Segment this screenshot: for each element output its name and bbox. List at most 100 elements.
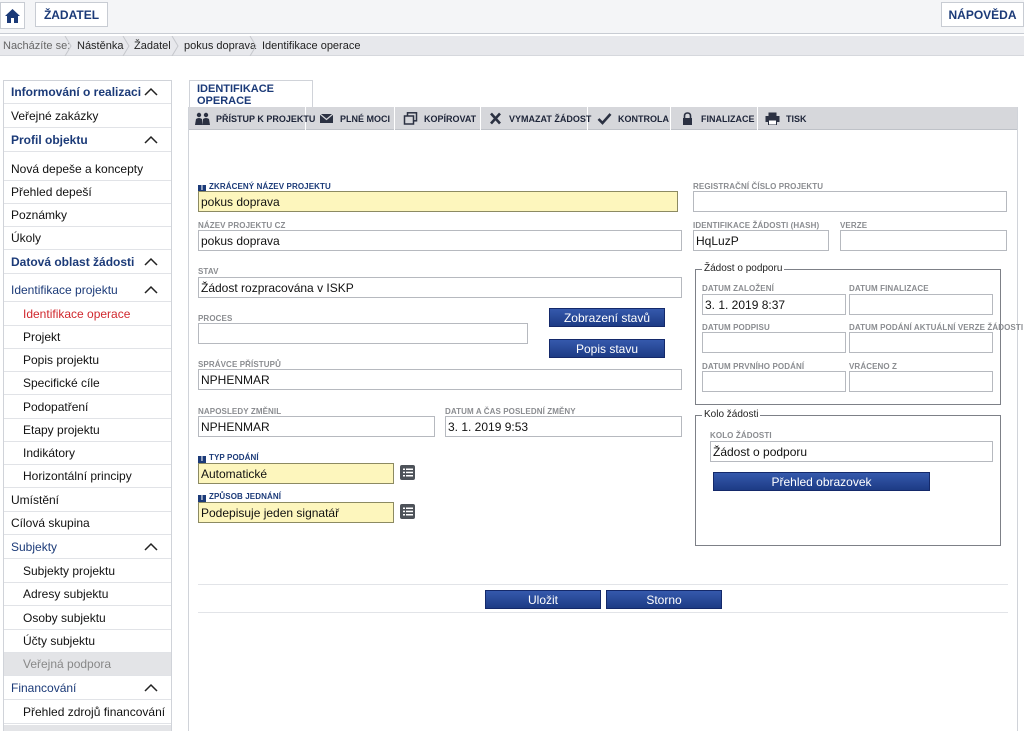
sidebar-item-podopatreni[interactable]: Podopatření (4, 396, 171, 419)
chevron-up-icon[interactable] (143, 256, 159, 268)
sidebar-item-nova-depese[interactable]: Nová depeše a koncepty (4, 158, 171, 181)
checkmark-icon (597, 113, 612, 125)
typ-podani-input[interactable]: Automatické (198, 463, 394, 484)
finalizace-button[interactable]: FINALIZACE (674, 107, 758, 130)
datum-zalozeni-field: 3. 1. 2019 8:37 (702, 294, 846, 315)
zpusob-jednani-input[interactable]: Podepisuje jeden signatář (198, 502, 394, 523)
hash-field: HqLuzP (693, 230, 829, 251)
sidebar-item-verejne-zakazky[interactable]: Veřejné zakázky (4, 105, 171, 128)
storno-button[interactable]: Storno (606, 590, 722, 609)
sidebar-item-specificke-cile[interactable]: Specifické cíle (4, 372, 171, 395)
chevron-up-icon[interactable] (143, 682, 159, 694)
sidebar-item-horizontalni-principy[interactable]: Horizontální principy (4, 465, 171, 488)
kontrola-button[interactable]: KONTROLA (591, 107, 671, 130)
close-icon (490, 112, 501, 125)
stav-label: STAV (198, 267, 219, 276)
sidebar-item-informovani[interactable]: Informování o realizaci (4, 81, 171, 104)
vraceno-z-field (849, 371, 993, 392)
sidebar-item-label: Nová depeše a koncepty (11, 162, 144, 176)
lock-icon (683, 112, 692, 125)
sidebar-item-ukoly[interactable]: Úkoly (4, 227, 171, 250)
breadcrumb-item-zadatel[interactable]: Žadatel (134, 40, 171, 52)
registracni-cislo-label: REGISTRAČNÍ ČÍSLO PROJEKTU (693, 182, 824, 191)
breadcrumb-separator-icon (171, 35, 179, 57)
sidebar-item-verejna-podpora: Veřejná podpora (4, 653, 171, 676)
sidebar-item-label: Identifikace operace (23, 307, 131, 321)
sidebar-item-indikatory[interactable]: Indikátory (4, 442, 171, 465)
breadcrumb-label: Nacházíte se: (3, 40, 71, 52)
datum-zalozeni-label: DATUM ZALOŽENÍ (702, 284, 774, 293)
proces-label: PROCES (198, 314, 233, 323)
chevron-up-icon[interactable] (143, 541, 159, 553)
chevron-up-icon[interactable] (143, 284, 159, 296)
tisk-button[interactable]: TISK (759, 107, 817, 130)
sidebar-item-label: Datová oblast žádosti (11, 255, 135, 269)
datum-prvniho-podani-field (702, 371, 846, 392)
naposledy-zmenil-label: NAPOSLEDY ZMĚNIL (198, 407, 282, 416)
sidebar-item-prehled-depesi[interactable]: Přehled depeší (4, 181, 171, 204)
breadcrumb-item-nastenka[interactable]: Nástěnka (77, 40, 123, 52)
plne-moci-button[interactable]: PLNÉ MOCI (313, 107, 395, 130)
hash-label: IDENTIFIKACE ŽÁDOSTI (HASH) (693, 221, 820, 230)
sidebar-item-financovani[interactable]: Financování (4, 677, 171, 700)
sidebar-item-subjekty-projektu[interactable]: Subjekty projektu (4, 560, 171, 583)
sidebar-item-label: Osoby subjektu (23, 611, 106, 625)
datum-zmeny-field: 3. 1. 2019 9:53 (445, 416, 682, 437)
toolbar-label: TISK (786, 113, 807, 124)
chevron-up-icon[interactable] (143, 134, 159, 146)
spravce-pristupu-field: NPHENMAR (198, 369, 682, 390)
sidebar-item-label: Umístění (11, 493, 60, 507)
list-icon (402, 507, 413, 516)
datum-podpisu-label: DATUM PODPISU (702, 323, 770, 332)
sidebar-item-adresy-subjektu[interactable]: Adresy subjektu (4, 583, 171, 606)
zpusob-jednani-picker-button[interactable] (400, 504, 415, 519)
sidebar-item-label: Horizontální principy (23, 469, 132, 483)
sidebar-item-etapy-projektu[interactable]: Etapy projektu (4, 419, 171, 442)
registracni-cislo-field (693, 191, 1007, 212)
sidebar-item-label: Podopatření (23, 400, 89, 414)
breadcrumb-separator-icon (122, 35, 130, 57)
vymazat-zadost-button[interactable]: VYMAZAT ŽÁDOST (482, 107, 591, 130)
sidebar-item-ucty-subjektu[interactable]: Účty subjektu (4, 630, 171, 653)
ulozit-button[interactable]: Uložit (485, 590, 601, 609)
sidebar-item-subjekty[interactable]: Subjekty (4, 536, 171, 559)
datum-finalizace-field (849, 294, 993, 315)
sidebar-item-popis-projektu[interactable]: Popis projektu (4, 349, 171, 372)
zadatel-button[interactable]: ŽADATEL (35, 2, 108, 27)
zkraceny-nazev-input[interactable]: pokus doprava (198, 191, 678, 212)
zobrazeni-stavu-button[interactable]: Zobrazení stavů (549, 308, 665, 327)
nazev-projektu-cz-input[interactable]: pokus doprava (198, 230, 682, 251)
sidebar-item-prehled-zdroju[interactable]: Přehled zdrojů financování (4, 701, 171, 724)
napoveda-button[interactable]: NÁPOVĚDA (941, 2, 1024, 27)
sidebar-item-cilova-skupina[interactable]: Cílová skupina (4, 512, 171, 535)
sidebar-item-label: Projekt (23, 330, 61, 344)
home-button[interactable] (0, 2, 25, 29)
tab-identifikace-operace[interactable]: IDENTIFIKACE OPERACE (189, 80, 313, 108)
sidebar-item-umisteni[interactable]: Umístění (4, 489, 171, 512)
breadcrumb: Nacházíte se: Nástěnka Žadatel pokus dop… (0, 35, 1024, 57)
sidebar-item-identifikace-projektu[interactable]: Identifikace projektu (4, 279, 171, 302)
sidebar-item-projekt[interactable]: Projekt (4, 326, 171, 349)
sidebar-item-label: Adresy subjektu (23, 587, 109, 601)
prehled-obrazovek-button[interactable]: Přehled obrazovek (713, 472, 930, 491)
list-icon (402, 468, 413, 477)
datum-podpisu-field (702, 332, 846, 353)
sidebar-item-datova-oblast[interactable]: Datová oblast žádosti (4, 251, 171, 274)
home-icon (5, 8, 20, 23)
divider (198, 584, 1008, 585)
sidebar-item-label: Veřejná podpora (23, 657, 112, 671)
sidebar-item-identifikace-operace[interactable]: Identifikace operace (4, 303, 171, 326)
typ-podani-picker-button[interactable] (400, 465, 415, 480)
sidebar-item-label: Etapy projektu (23, 423, 100, 437)
kolo-zadosti-label: KOLO ŽÁDOSTI (710, 431, 772, 440)
sidebar-item-profil-objektu[interactable]: Profil objektu (4, 129, 171, 152)
kopirovat-button[interactable]: KOPÍROVAT (397, 107, 481, 130)
popis-stavu-button[interactable]: Popis stavu (549, 339, 665, 358)
sidebar-item-label: Poznámky (11, 208, 68, 222)
verze-field (840, 230, 1007, 251)
pristup-k-projektu-button[interactable]: PŘÍSTUP K PROJEKTU (189, 107, 315, 130)
sidebar-item-poznamky[interactable]: Poznámky (4, 204, 171, 227)
breadcrumb-item-pokus-doprava[interactable]: pokus doprava (184, 40, 256, 52)
sidebar-item-osoby-subjektu[interactable]: Osoby subjektu (4, 607, 171, 630)
chevron-up-icon[interactable] (143, 86, 159, 98)
